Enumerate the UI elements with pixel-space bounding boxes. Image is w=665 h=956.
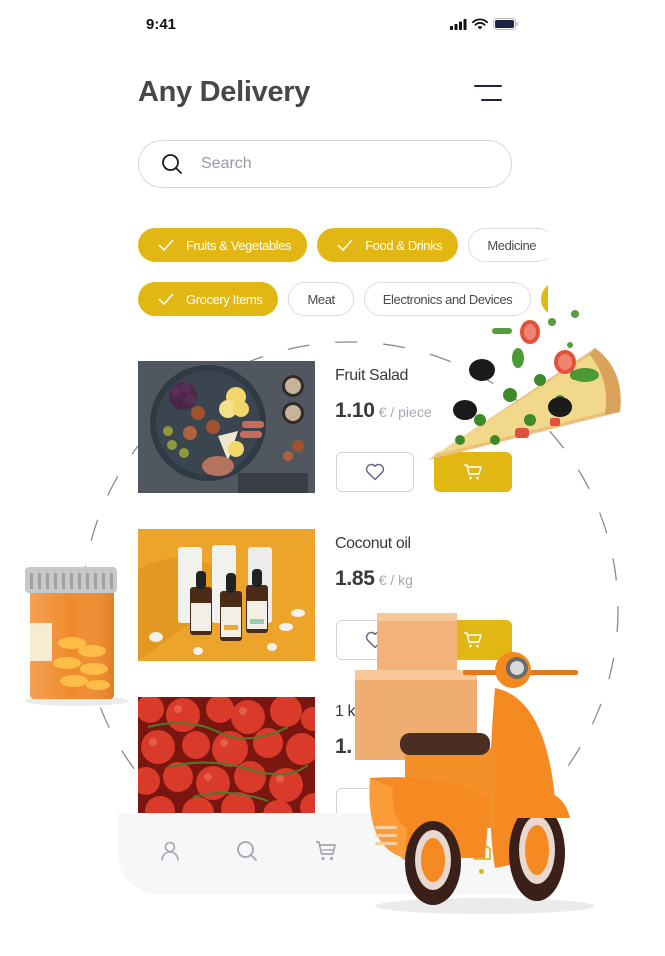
battery-icon [493, 18, 518, 30]
category-chips-row-1: Fruits & Vegetables Food & Drinks Medici… [138, 228, 548, 262]
check-icon [337, 239, 353, 251]
product-card-tomatoes: 1 k 1. [138, 697, 518, 829]
status-time: 9:41 [146, 16, 177, 33]
oil-bottles-photo [138, 529, 315, 661]
signal-icon [450, 18, 467, 30]
status-bar: 9:41 [146, 14, 518, 36]
chip-electronics-devices[interactable]: Electronics and Devices [363, 282, 532, 316]
price-amount: 1. [335, 735, 352, 758]
status-icons [450, 18, 518, 30]
chip-label: Food & Drinks [365, 237, 443, 253]
product-price: 1. [335, 735, 352, 759]
category-chips-row-2: Grocery Items Meat Electronics and Devic… [138, 282, 548, 316]
chip-label: Medicine [487, 237, 537, 253]
phone-screen: 9:41 Any Delivery Search Fruits & Vegeta… [118, 0, 548, 900]
product-name: Fruit Salad [335, 367, 408, 384]
price-unit: € / piece [378, 404, 432, 420]
favorite-button[interactable] [336, 620, 414, 660]
nav-favorites[interactable] [392, 839, 416, 863]
search-bar[interactable] [138, 140, 512, 188]
price-unit: € / kg [378, 572, 413, 588]
price-amount: 1.10 [335, 399, 375, 422]
tomatoes-photo [138, 697, 315, 817]
wifi-icon [472, 18, 488, 30]
bottom-navigation [118, 813, 548, 895]
product-image-tomatoes[interactable] [138, 697, 315, 817]
menu-icon-line-bottom [481, 99, 502, 101]
cart-icon [464, 464, 482, 480]
menu-button[interactable] [472, 82, 504, 106]
product-price: 1.85 € / kg [335, 567, 413, 591]
chip-fruits-vegetables[interactable]: Fruits & Vegetables [138, 228, 308, 262]
cart-icon [464, 632, 482, 648]
product-name: 1 k [335, 703, 356, 720]
chip-meat[interactable]: Meat [288, 282, 354, 316]
favorite-button[interactable] [336, 452, 414, 492]
nav-cart[interactable] [314, 839, 338, 863]
heart-icon [365, 631, 385, 649]
add-to-cart-button[interactable] [434, 452, 512, 492]
profile-icon [161, 841, 179, 861]
menu-icon-line-top [474, 85, 502, 87]
product-name: Coconut oil [335, 535, 411, 552]
search-icon [162, 154, 182, 174]
product-card-fruit-salad: Fruit Salad 1.10 € / piece [138, 361, 518, 493]
chip-label: Electronics and Devices [382, 291, 513, 307]
chip-label: Fruits & Vegetables [186, 237, 292, 253]
check-icon [158, 293, 174, 305]
search-icon [237, 841, 257, 861]
home-icon [473, 842, 491, 860]
search-input[interactable] [201, 155, 481, 173]
pill-bottle-illustration [25, 567, 129, 706]
chip-label: Grocery Items [186, 291, 263, 307]
fruit-platter-photo [138, 361, 315, 493]
check-icon [158, 239, 174, 251]
chip-label: Meat [307, 291, 335, 307]
product-image-fruit-salad[interactable] [138, 361, 315, 493]
price-amount: 1.85 [335, 567, 375, 590]
chip-food-drinks[interactable]: Food & Drinks [317, 228, 459, 262]
chip-grocery-items[interactable]: Grocery Items [138, 282, 279, 316]
cart-icon [316, 841, 336, 861]
app-stage: 9:41 Any Delivery Search Fruits & Vegeta… [0, 0, 665, 956]
product-image-coconut-oil[interactable] [138, 529, 315, 661]
app-title: Any Delivery [138, 76, 311, 108]
product-price: 1.10 € / piece [335, 399, 432, 423]
active-nav-indicator [479, 869, 484, 874]
nav-search[interactable] [235, 839, 259, 863]
heart-icon [393, 841, 415, 860]
chip-more[interactable] [541, 282, 548, 316]
heart-icon [365, 463, 385, 481]
add-to-cart-button[interactable] [434, 620, 512, 660]
nav-home[interactable] [470, 839, 494, 863]
product-card-coconut-oil: Coconut oil 1.85 € / kg [138, 529, 518, 661]
nav-profile[interactable] [158, 839, 182, 863]
chip-medicine[interactable]: Medicine [468, 228, 548, 262]
